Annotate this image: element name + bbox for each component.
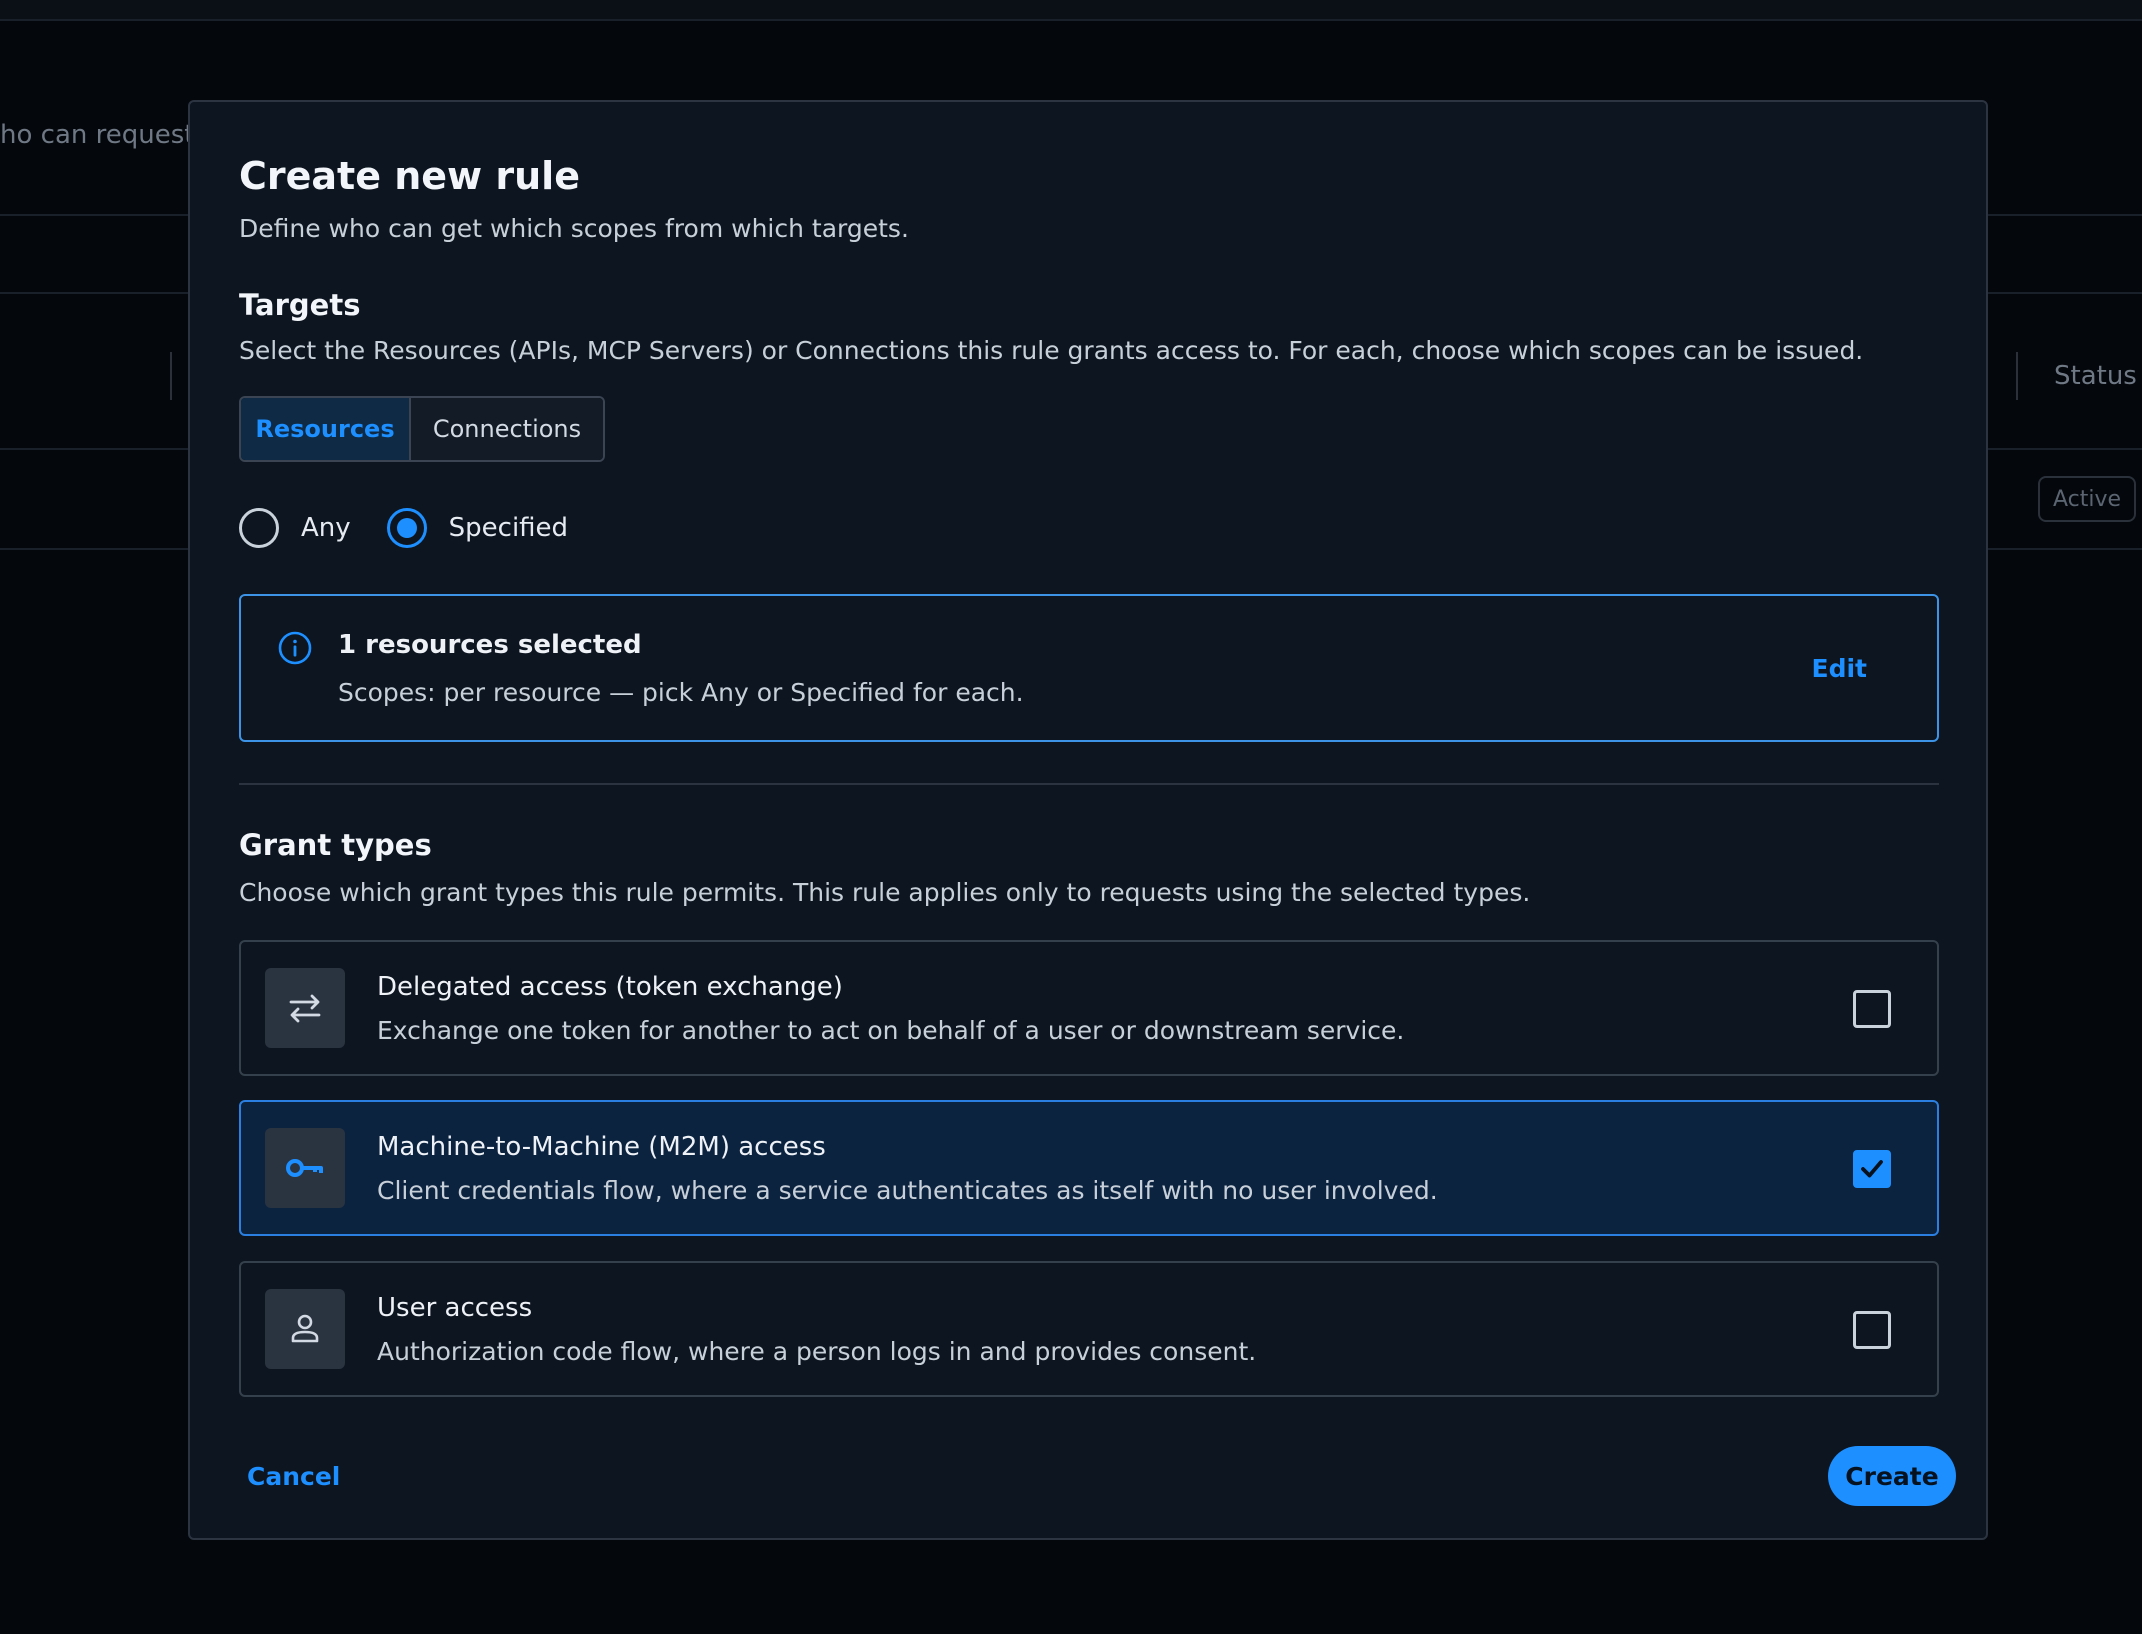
status-column-header: Status bbox=[2054, 361, 2137, 391]
delegated-checkbox[interactable] bbox=[1853, 990, 1891, 1028]
card-title: Delegated access (token exchange) bbox=[377, 972, 843, 1002]
swap-arrows-icon bbox=[289, 994, 321, 1023]
card-icon-box bbox=[265, 968, 345, 1048]
radio-any-label: Any bbox=[301, 513, 351, 543]
edit-resources-button[interactable]: Edit bbox=[1812, 654, 1868, 683]
dialog-subtitle: Define who can get which scopes from whi… bbox=[239, 214, 909, 243]
cancel-button[interactable]: Cancel bbox=[247, 1462, 340, 1491]
grant-card-m2m[interactable]: Machine-to-Machine (M2M) access Client c… bbox=[239, 1100, 1939, 1236]
section-divider bbox=[239, 783, 1939, 785]
tab-connections[interactable]: Connections bbox=[411, 398, 603, 460]
card-description: Client credentials flow, where a service… bbox=[377, 1176, 1438, 1205]
info-text: Scopes: per resource — pick Any or Speci… bbox=[338, 678, 1024, 707]
info-title: 1 resources selected bbox=[338, 630, 642, 660]
card-title: User access bbox=[377, 1293, 533, 1323]
targets-description: Select the Resources (APIs, MCP Servers)… bbox=[239, 336, 1864, 365]
create-rule-dialog: Create new rule Define who can get which… bbox=[188, 100, 1988, 1540]
card-icon-box bbox=[265, 1128, 345, 1208]
card-description: Authorization code flow, where a person … bbox=[377, 1337, 1257, 1366]
m2m-checkbox[interactable] bbox=[1853, 1150, 1891, 1188]
column-separator bbox=[170, 352, 172, 400]
selected-resources-info: 1 resources selected Scopes: per resourc… bbox=[239, 594, 1939, 742]
user-access-checkbox[interactable] bbox=[1853, 1311, 1891, 1349]
status-badge: Active bbox=[2038, 476, 2136, 522]
tab-resources[interactable]: Resources bbox=[241, 398, 411, 460]
target-scope-radio-group: Any Specified bbox=[239, 506, 604, 550]
radio-any[interactable] bbox=[239, 508, 279, 548]
key-icon bbox=[286, 1159, 323, 1177]
checkmark-icon bbox=[1861, 1160, 1883, 1178]
card-title: Machine-to-Machine (M2M) access bbox=[377, 1132, 826, 1162]
radio-specified[interactable] bbox=[386, 508, 427, 548]
create-button[interactable]: Create bbox=[1828, 1446, 1956, 1506]
target-type-tabs: Resources Connections bbox=[239, 396, 605, 462]
grant-types-description: Choose which grant types this rule permi… bbox=[239, 878, 1531, 907]
dialog-title: Create new rule bbox=[239, 154, 580, 198]
grant-card-user[interactable]: User access Authorization code flow, whe… bbox=[239, 1261, 1939, 1397]
radio-specified-label: Specified bbox=[448, 513, 569, 543]
grant-types-title: Grant types bbox=[239, 828, 432, 862]
page-description: ho can request a bbox=[0, 120, 219, 150]
column-separator bbox=[2016, 352, 2018, 400]
targets-title: Targets bbox=[239, 288, 361, 322]
radio-dot bbox=[396, 518, 417, 538]
card-icon-box bbox=[265, 1289, 345, 1369]
grant-card-delegated[interactable]: Delegated access (token exchange) Exchan… bbox=[239, 940, 1939, 1076]
user-icon bbox=[291, 1314, 319, 1343]
top-bar bbox=[0, 0, 2142, 21]
info-icon bbox=[278, 631, 312, 665]
card-description: Exchange one token for another to act on… bbox=[377, 1016, 1405, 1045]
